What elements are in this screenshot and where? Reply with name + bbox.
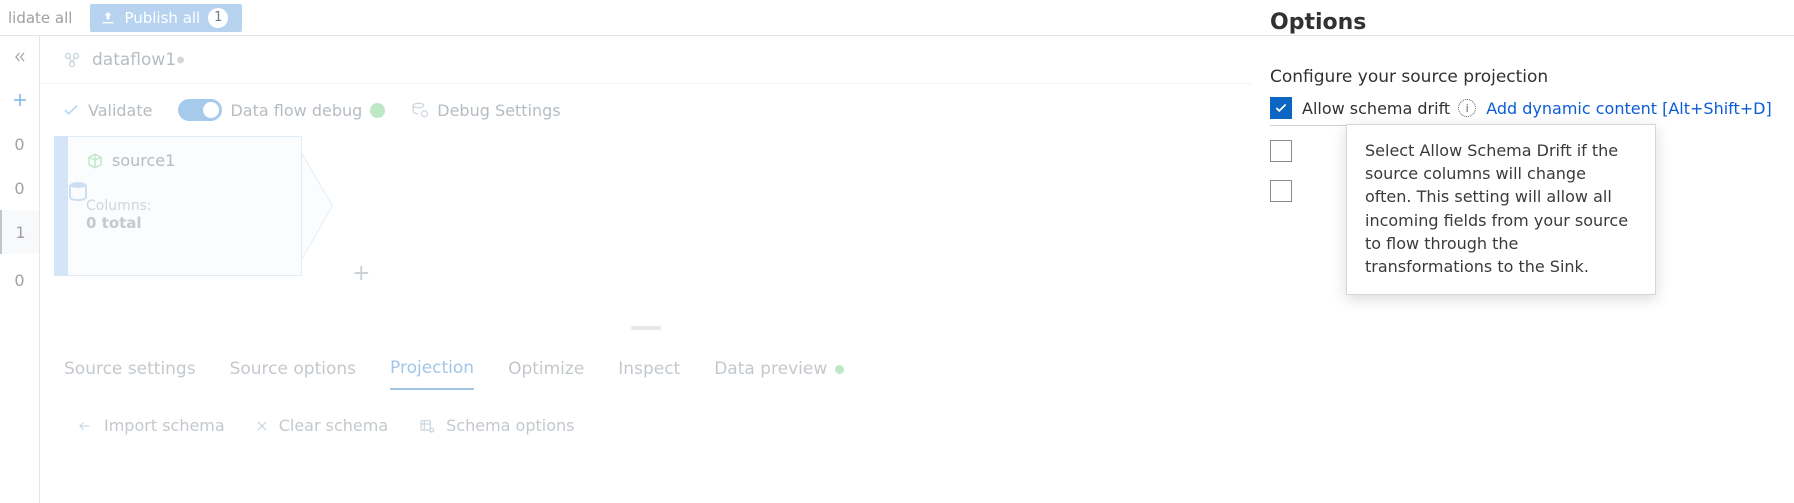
editor-tabstrip: dataflow1 xyxy=(40,36,1251,84)
tab-source-settings[interactable]: Source settings xyxy=(64,358,196,390)
data-preview-status-dot xyxy=(835,365,844,374)
schema-options-button[interactable]: Schema options xyxy=(418,416,574,435)
debug-settings-label: Debug Settings xyxy=(437,101,560,120)
debug-settings-button[interactable]: Debug Settings xyxy=(411,101,560,120)
rail-count-0c[interactable]: 0 xyxy=(0,258,39,302)
add-resource-button[interactable] xyxy=(0,78,39,122)
clear-schema-button[interactable]: Clear schema xyxy=(255,416,388,435)
tab-optimize[interactable]: Optimize xyxy=(508,358,584,390)
debug-online-icon xyxy=(370,103,385,118)
tab-data-preview-label: Data preview xyxy=(714,359,827,379)
validate-label: Validate xyxy=(88,101,152,120)
import-arrow-icon xyxy=(74,419,94,433)
tab-source-options[interactable]: Source options xyxy=(230,358,356,390)
debug-label: Data flow debug xyxy=(230,101,362,120)
panel-drag-handle[interactable] xyxy=(631,326,661,330)
schema-options-label: Schema options xyxy=(446,416,574,435)
source-node[interactable]: source1 Columns: 0 total xyxy=(54,136,346,276)
clear-x-icon xyxy=(255,419,269,433)
allow-schema-drift-checkbox[interactable] xyxy=(1270,97,1292,119)
validate-button[interactable]: Validate xyxy=(62,101,152,120)
import-schema-label: Import schema xyxy=(104,416,225,435)
cube-icon xyxy=(86,152,104,170)
rail-count-0b[interactable]: 0 xyxy=(0,166,39,210)
bottom-panel: Source settings Source options Projectio… xyxy=(40,332,1251,503)
upload-icon xyxy=(100,10,116,26)
tab-dirty-dot xyxy=(177,56,184,63)
publish-all-button[interactable]: Publish all 1 xyxy=(90,4,242,32)
add-next-step-button[interactable]: + xyxy=(352,261,370,286)
rail-count-1[interactable]: 1 xyxy=(0,210,39,254)
options-heading: Options xyxy=(1270,10,1780,35)
check-icon xyxy=(62,101,80,119)
hidden-checkbox-2[interactable] xyxy=(1270,180,1292,202)
columns-total: 0 total xyxy=(86,214,283,232)
options-panel: Options Configure your source projection… xyxy=(1251,0,1794,503)
schema-drift-tooltip: Select Allow Schema Drift if the source … xyxy=(1346,124,1656,295)
clear-schema-label: Clear schema xyxy=(279,416,388,435)
allow-schema-drift-label: Allow schema drift xyxy=(1302,99,1450,118)
add-dynamic-content-link[interactable]: Add dynamic content [Alt+Shift+D] xyxy=(1486,99,1772,118)
dataflow-debug-toggle[interactable]: Data flow debug xyxy=(178,99,385,121)
rail-count-0a[interactable]: 0 xyxy=(0,122,39,166)
toggle-switch[interactable] xyxy=(178,99,222,121)
check-icon xyxy=(1274,101,1288,115)
source-node-title: source1 xyxy=(112,151,175,170)
schema-options-icon xyxy=(418,418,436,434)
tab-label: dataflow1 xyxy=(92,50,176,70)
plus-icon xyxy=(11,91,29,109)
tab-projection[interactable]: Projection xyxy=(390,358,474,390)
tab-dataflow1[interactable]: dataflow1 xyxy=(52,36,194,83)
dataflow-icon xyxy=(62,50,82,70)
database-gear-icon xyxy=(411,101,429,119)
validate-all-button[interactable]: lidate all xyxy=(0,5,80,31)
tab-data-preview[interactable]: Data preview xyxy=(714,358,844,390)
publish-all-label: Publish all xyxy=(124,9,200,27)
tab-inspect[interactable]: Inspect xyxy=(618,358,680,390)
collapse-sidebar-button[interactable] xyxy=(0,36,39,78)
source-db-icon xyxy=(66,179,90,205)
info-icon[interactable]: i xyxy=(1458,99,1476,117)
import-schema-button[interactable]: Import schema xyxy=(74,416,225,435)
columns-label: Columns: xyxy=(86,198,283,214)
main-canvas-area: dataflow1 Validate Data flow debug Debug… xyxy=(40,36,1251,503)
chevron-double-left-icon xyxy=(12,50,28,64)
left-rail: 0 0 1 0 xyxy=(0,36,40,503)
node-output-arrow xyxy=(302,136,346,276)
publish-count-badge: 1 xyxy=(208,8,228,28)
dataflow-command-bar: Validate Data flow debug Debug Settings xyxy=(40,84,1251,136)
hidden-checkbox-1[interactable] xyxy=(1270,140,1292,162)
options-subheading: Configure your source projection xyxy=(1270,67,1780,87)
